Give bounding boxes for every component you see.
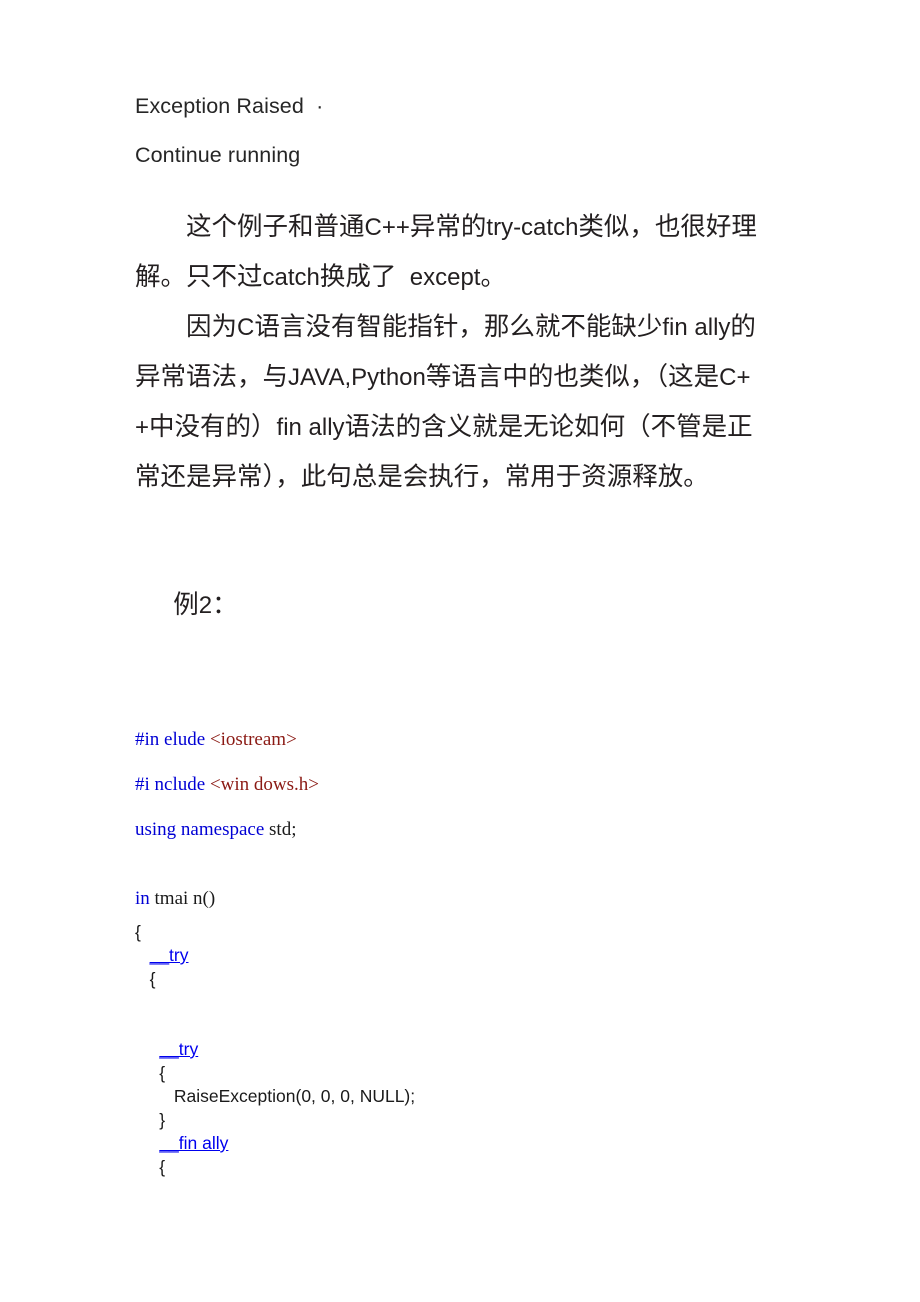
text-run: 等语言中的也类似，（这是 xyxy=(425,362,720,391)
code-line-include-windows: #i nclude <win dows.h> xyxy=(135,762,775,807)
code-token: <iostream> xyxy=(209,729,297,750)
code-token: __try xyxy=(159,1039,199,1059)
code-line-main-open-brace: { xyxy=(135,921,775,945)
example-label: 例2： xyxy=(135,531,775,679)
console-output-block: Exception Raised · Continue running xyxy=(135,0,775,180)
code-token: RaiseException(0, 0, 0, NULL); xyxy=(135,1086,416,1106)
text-run: catch xyxy=(262,264,320,291)
paragraph-try-catch: 这个例子和普通C++异常的try-catch类似，也很好理解。只不过catch换… xyxy=(135,202,775,302)
example-label-prefix: 例 xyxy=(173,590,199,619)
text-run: 换成了 xyxy=(319,262,397,291)
text-run: C xyxy=(237,314,255,341)
paragraph-finally: 因为C语言没有智能指针，那么就不能缺少fin ally的异常语法，与JAVA,P… xyxy=(135,302,775,501)
code-token: <win dows.h> xyxy=(209,774,319,795)
document-page: Exception Raised · Continue running 这个例子… xyxy=(0,0,920,1302)
code-line-outer-try-open-brace: { xyxy=(135,968,775,992)
code-line-using-namespace: using namespace std; xyxy=(135,807,775,852)
code-line-inner-try: __try xyxy=(135,1038,775,1062)
code-line-include-iostream: #in elude <iostream> xyxy=(135,717,775,762)
text-run: 异常的 xyxy=(409,212,487,241)
text-run: 中没有的） xyxy=(149,412,277,441)
text-run: C++ xyxy=(364,214,410,241)
code-token: { xyxy=(135,1062,166,1083)
code-token: { xyxy=(135,968,156,989)
text-run: 这个例子和普通 xyxy=(135,212,365,241)
text-run: 语言没有智能指针，那么就不能缺少 xyxy=(254,312,663,341)
text-run: fin ally xyxy=(276,414,345,441)
code-token: } xyxy=(135,1109,166,1130)
text-run: 因为 xyxy=(135,312,238,341)
code-listing: #in elude <iostream> #i nclude <win dows.… xyxy=(135,717,775,1179)
code-token: tmai n() xyxy=(154,887,216,909)
code-token: in xyxy=(135,887,155,909)
console-output-line-exception: Exception Raised · xyxy=(135,94,324,118)
console-output-line-continue: Continue running xyxy=(135,143,301,167)
code-line-inner-finally: __fin ally xyxy=(135,1132,775,1156)
text-run: JAVA,Python xyxy=(288,364,426,391)
code-line-blank-1 xyxy=(135,852,775,876)
code-line-inner-finally-open-brace: { xyxy=(135,1156,775,1180)
code-line-raise-exception-call: RaiseException(0, 0, 0, NULL); xyxy=(135,1085,775,1109)
text-run: 。 xyxy=(480,262,506,291)
text-run: fin ally xyxy=(662,314,731,341)
code-line-main-signature: in tmai n() xyxy=(135,876,775,921)
code-line-blank-2 xyxy=(135,991,775,1015)
code-token: { xyxy=(135,1156,166,1177)
code-token: std; xyxy=(269,819,297,840)
code-token: #i nclude xyxy=(135,774,210,795)
code-line-inner-try-open-brace: { xyxy=(135,1062,775,1086)
text-run: except xyxy=(396,264,481,291)
code-token: __try xyxy=(149,945,189,965)
code-token: { xyxy=(135,921,141,942)
text-run: try-catch xyxy=(486,214,579,241)
code-token: __fin ally xyxy=(159,1133,229,1153)
code-line-outer-try: __try xyxy=(135,944,775,968)
code-line-inner-try-close-brace: } xyxy=(135,1109,775,1133)
example-label-suffix: ： xyxy=(212,590,238,619)
code-token: using namespace xyxy=(135,819,270,840)
page-content: Exception Raised · Continue running 这个例子… xyxy=(135,0,775,1179)
example-label-number: 2 xyxy=(198,592,213,619)
code-token: #in elude xyxy=(135,729,210,750)
code-line-blank-3 xyxy=(135,1015,775,1039)
